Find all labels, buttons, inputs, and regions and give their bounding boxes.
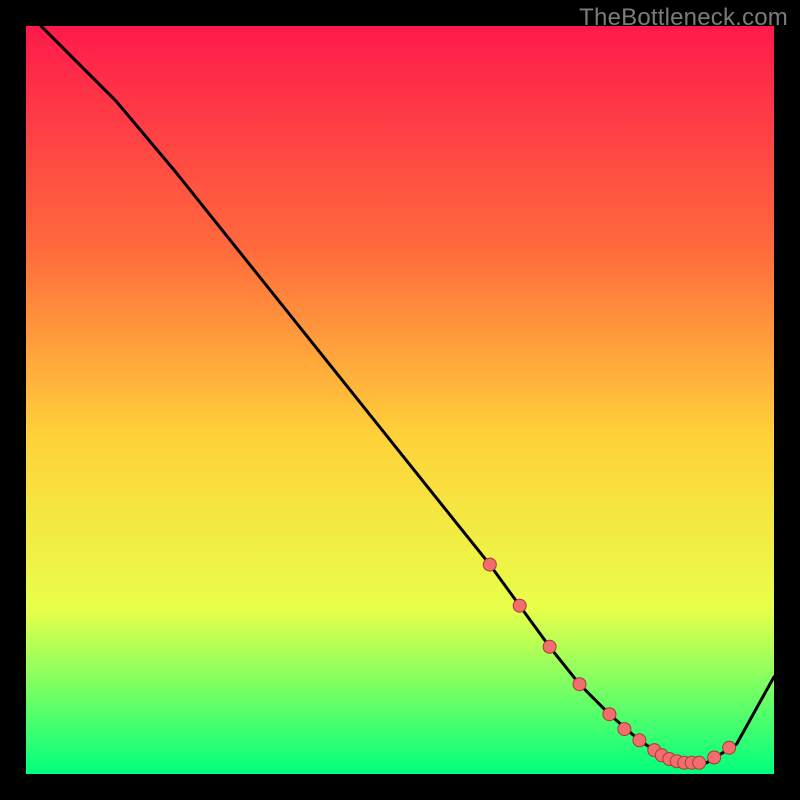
data-dot <box>603 708 616 721</box>
data-dot <box>618 723 631 736</box>
bottleneck-chart <box>26 26 774 774</box>
data-dot <box>633 734 646 747</box>
data-dot <box>483 558 496 571</box>
data-dot <box>543 640 556 653</box>
watermark-text: TheBottleneck.com <box>579 4 788 32</box>
data-dot <box>723 741 736 754</box>
data-dot <box>573 678 586 691</box>
data-dot <box>693 756 706 769</box>
chart-frame <box>26 26 774 774</box>
data-dot <box>513 599 526 612</box>
data-dot <box>708 751 721 764</box>
gradient-background <box>26 26 774 774</box>
